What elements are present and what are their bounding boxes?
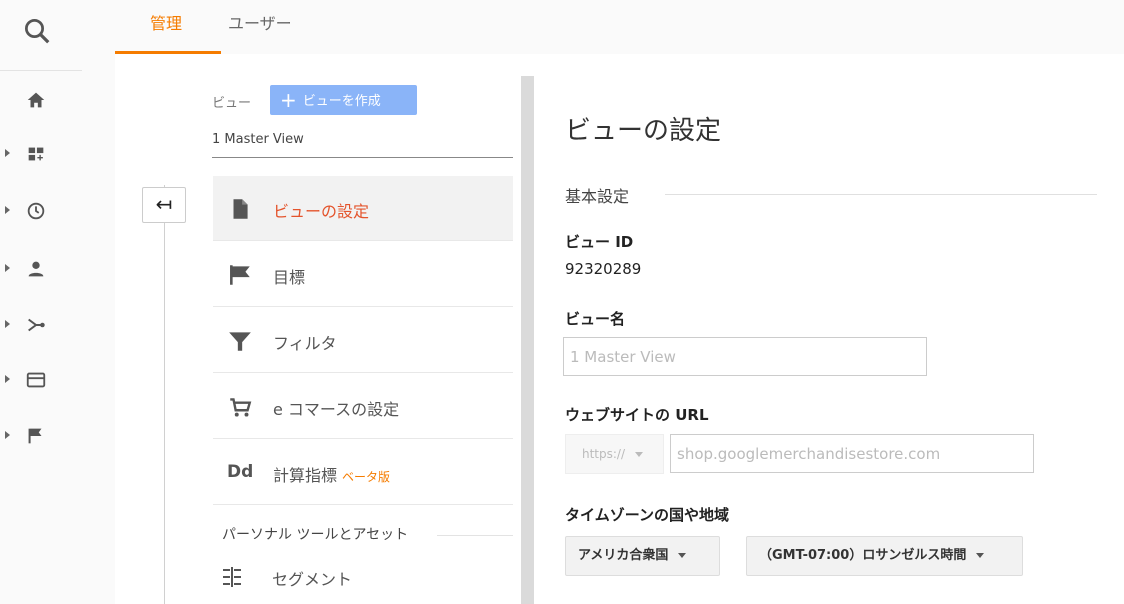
section-personal-tools: パーソナル ツールとアセット (222, 527, 409, 543)
website-url-label: ウェブサイトの URL (565, 406, 709, 424)
clock-icon (27, 202, 45, 220)
basic-settings-heading: 基本設定 (565, 187, 630, 206)
view-column-label: ビュー (212, 96, 252, 111)
tab-manage[interactable]: 管理 (150, 10, 182, 54)
section-divider (437, 535, 513, 536)
rail-item-behavior[interactable] (0, 360, 82, 400)
basic-settings-divider (665, 194, 1097, 195)
protocol-dropdown[interactable]: https:// (565, 434, 664, 474)
caret-right-icon (5, 206, 10, 214)
caret-right-icon (5, 375, 10, 383)
rail-item-audience[interactable] (0, 249, 82, 289)
menu-item-calculated-metrics[interactable]: Dd 計算指標 ベータ版 (213, 440, 513, 505)
hierarchy-line (164, 185, 165, 604)
document-icon (233, 199, 248, 219)
country-value: アメリカ合衆国 (578, 548, 669, 563)
create-view-button[interactable]: + ビューを作成 (270, 85, 417, 115)
column-divider (521, 76, 534, 604)
plus-icon: + (280, 88, 297, 112)
chevron-down-icon (635, 452, 644, 457)
timezone-label: タイムゾーンの国や地域 (565, 506, 729, 524)
rail-item-conversions[interactable] (0, 416, 82, 456)
create-view-label: ビューを作成 (302, 94, 381, 109)
active-tab-indicator (115, 51, 221, 54)
menu-item-ecommerce-settings[interactable]: e コマースの設定 (213, 374, 513, 439)
rail-item-home[interactable] (0, 80, 82, 120)
menu-item-goals[interactable]: 目標 (213, 242, 513, 307)
person-icon (28, 261, 44, 277)
menu-item-label: 目標 (273, 268, 306, 287)
tab-user[interactable]: ユーザー (228, 10, 292, 54)
menu-item-label: フィルタ (273, 334, 337, 353)
timezone-dropdown[interactable]: （GMT-07:00）ロサンゼルス時間 (746, 536, 1023, 576)
menu-item-label: e コマースの設定 (273, 400, 400, 419)
dashboard-icon (28, 147, 44, 161)
window-icon (26, 372, 46, 388)
left-nav-rail (0, 0, 115, 604)
menu-item-label: ビューの設定 (273, 202, 370, 221)
view-id-label: ビュー ID (565, 233, 634, 251)
dd-icon: Dd (227, 462, 254, 482)
country-dropdown[interactable]: アメリカ合衆国 (565, 536, 720, 576)
website-url-input[interactable]: shop.googlemerchandisestore.com (670, 434, 1034, 473)
flag-icon (28, 428, 42, 444)
chevron-down-icon (678, 553, 687, 558)
caret-right-icon (5, 149, 10, 157)
cart-icon (230, 398, 252, 417)
view-name-input[interactable]: 1 Master View (563, 337, 927, 376)
menu-item-label: 計算指標 (273, 466, 338, 485)
menu-item-segments[interactable]: セグメント (272, 566, 352, 590)
caret-right-icon (5, 431, 10, 439)
rail-item-realtime[interactable] (0, 191, 82, 231)
view-selector[interactable]: 1 Master View (212, 132, 304, 147)
timezone-value: （GMT-07:00）ロサンゼルス時間 (759, 548, 967, 563)
view-id-value: 92320289 (565, 260, 642, 278)
top-tab-bar: 管理 ユーザー (115, 0, 1124, 54)
rail-item-acquisition[interactable] (0, 305, 82, 345)
page-title: ビューの設定 (565, 116, 722, 146)
view-selector-underline (212, 157, 513, 158)
back-button[interactable]: ↤ (142, 187, 186, 223)
filter-icon (229, 332, 251, 351)
protocol-value: https:// (582, 447, 626, 461)
caret-right-icon (5, 264, 10, 272)
beta-badge: ベータ版 (342, 470, 391, 484)
view-name-label: ビュー名 (565, 310, 626, 328)
segment-icon (223, 567, 241, 587)
caret-right-icon (5, 320, 10, 328)
rail-item-customization[interactable] (0, 134, 82, 174)
menu-item-filters[interactable]: フィルタ (213, 308, 513, 373)
acquisition-icon (28, 318, 45, 332)
chevron-down-icon (976, 553, 985, 558)
menu-item-view-settings[interactable]: ビューの設定 (213, 176, 513, 241)
flag-icon (230, 265, 250, 285)
search-icon[interactable] (22, 16, 52, 46)
home-icon (27, 92, 45, 108)
rail-divider (0, 70, 82, 71)
